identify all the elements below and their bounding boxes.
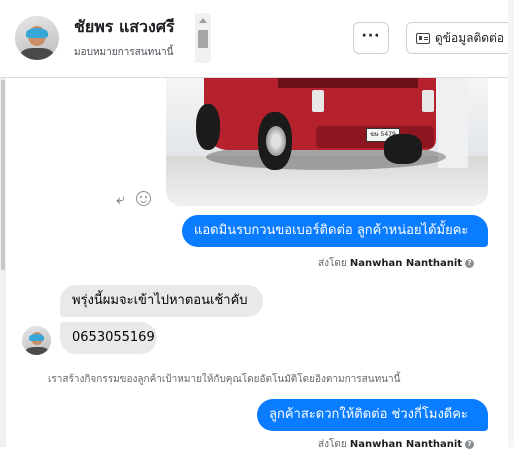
- smiley-icon[interactable]: [136, 191, 151, 206]
- sent-by-label: ส่งโดย Nanwhan Nanthanit?: [318, 437, 475, 452]
- contact-avatar[interactable]: [15, 16, 59, 60]
- message-bubble-incoming[interactable]: 0653055169: [60, 322, 157, 354]
- contact-card-icon: [416, 33, 430, 44]
- image-attachment[interactable]: ฆษ 5479: [166, 78, 488, 206]
- sender-name: Nanwhan Nanthanit: [349, 258, 463, 269]
- view-contact-button[interactable]: ดูข้อมูลติดต่อ: [406, 22, 514, 54]
- conversation-header: ชัยพร แสวงศรี มอบหมายการสนทนานี้ ··· ดูข…: [0, 0, 514, 78]
- info-icon[interactable]: ?: [465, 258, 475, 268]
- more-options-button[interactable]: ···: [353, 22, 389, 54]
- header-scrollbar[interactable]: [195, 13, 211, 63]
- sender-name: Nanwhan Nanthanit: [349, 439, 463, 450]
- scrollbar-thumb[interactable]: [198, 30, 208, 48]
- sent-by-prefix: ส่งโดย: [318, 258, 347, 269]
- assign-conversation-dropdown[interactable]: มอบหมายการสนทนานี้: [74, 45, 173, 60]
- left-scrollbar-thumb[interactable]: [1, 80, 5, 270]
- view-contact-label: ดูข้อมูลติดต่อ: [435, 31, 505, 45]
- message-bubble-outgoing[interactable]: ลูกค้าสะดวกให้ติดต่อ ช่วงกี่โมงดีคะ: [257, 399, 488, 431]
- right-scrollbar[interactable]: [508, 0, 514, 447]
- sender-avatar[interactable]: [22, 326, 51, 355]
- sent-by-label: ส่งโดย Nanwhan Nanthanit?: [318, 256, 475, 271]
- scroll-up-icon[interactable]: [199, 18, 207, 23]
- message-bubble-outgoing[interactable]: แอดมินรบกวนขอเบอร์ติดต่อ ลูกค้าหน่อยได้ม…: [182, 215, 488, 247]
- info-icon[interactable]: ?: [465, 439, 475, 449]
- system-notice: เราสร้างกิจกรรมของลูกค้าเป้าหมายให้กับคุ…: [48, 374, 401, 385]
- sent-by-prefix: ส่งโดย: [318, 439, 347, 450]
- message-bubble-incoming[interactable]: พรุ่งนี้ผมจะเข้าไปหาตอนเช้าคับ: [60, 285, 263, 317]
- left-scrollbar[interactable]: [0, 78, 6, 447]
- reply-icon[interactable]: ⤶: [116, 191, 125, 207]
- contact-name[interactable]: ชัยพร แสวงศรี: [74, 15, 175, 40]
